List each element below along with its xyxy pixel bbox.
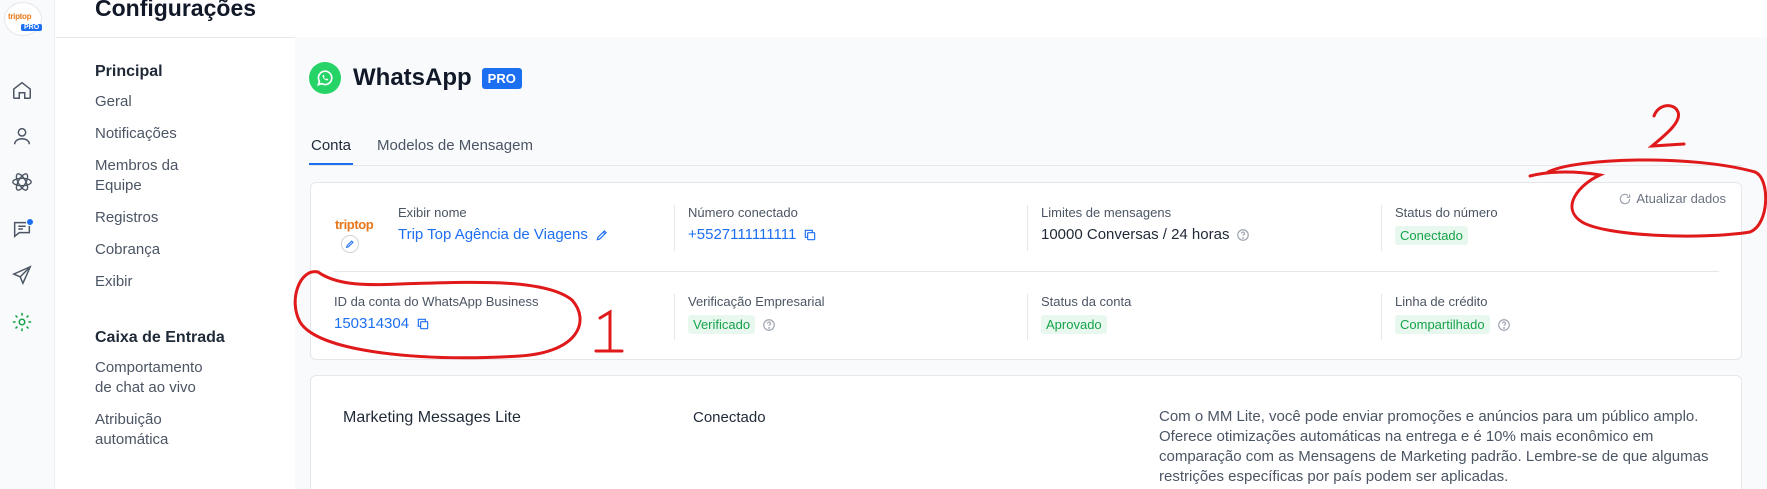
- marketing-title: Marketing Messages Lite: [343, 409, 521, 426]
- column-divider: [674, 294, 675, 340]
- message-limits-cell: Limites de mensagens 10000 Conversas / 2…: [1041, 205, 1250, 243]
- refresh-icon: [1620, 193, 1631, 204]
- column-divider: [1381, 205, 1382, 251]
- nav-item-notificacoes[interactable]: Notificações: [95, 124, 245, 144]
- pro-badge: PRO: [481, 67, 522, 89]
- app-logo[interactable]: triptop PRO: [4, 2, 43, 36]
- page-title: Configurações: [95, 0, 257, 21]
- display-name-cell: Exibir nome Trip Top Agência de Viagens: [398, 205, 609, 243]
- help-icon[interactable]: [1497, 318, 1511, 332]
- edit-logo-button[interactable]: [341, 235, 359, 253]
- account-status-badge: Aprovado: [1041, 315, 1107, 334]
- copy-icon[interactable]: [416, 317, 430, 331]
- business-account-id-label: ID da conta do WhatsApp Business: [334, 294, 539, 309]
- business-account-id-cell: ID da conta do WhatsApp Business 1503143…: [334, 294, 539, 332]
- app-logo-text: triptop: [8, 12, 32, 21]
- tab-conta[interactable]: Conta: [309, 133, 354, 165]
- tab-modelos-de-mensagem[interactable]: Modelos de Mensagem: [375, 133, 535, 165]
- nav-section-caixa: Caixa de Entrada: [95, 329, 225, 346]
- number-status-label: Status do número: [1395, 205, 1498, 220]
- column-divider: [1381, 294, 1382, 340]
- credit-line-cell: Linha de crédito Compartilhado: [1395, 294, 1511, 334]
- column-divider: [1027, 294, 1028, 340]
- business-account-id-value[interactable]: 150314304: [334, 315, 409, 332]
- help-icon[interactable]: [762, 318, 776, 332]
- account-status-label: Status da conta: [1041, 294, 1132, 309]
- credit-line-badge: Compartilhado: [1395, 315, 1490, 334]
- message-limits-value: 10000 Conversas / 24 horas: [1041, 226, 1230, 243]
- column-divider: [1027, 205, 1028, 251]
- atom-icon[interactable]: [10, 170, 34, 194]
- message-limits-label: Limites de mensagens: [1041, 205, 1172, 220]
- refresh-data-button[interactable]: Atualizar dados: [1618, 191, 1726, 206]
- nav-item-geral[interactable]: Geral: [95, 92, 245, 112]
- whatsapp-header: WhatsApp PRO: [309, 62, 522, 94]
- home-icon[interactable]: [10, 78, 34, 102]
- display-name-label: Exibir nome: [398, 205, 467, 220]
- nav-item-membros[interactable]: Membros da Equipe: [95, 156, 195, 196]
- settings-nav: Principal Geral Notificações Membros da …: [95, 62, 245, 462]
- business-verification-badge: Verificado: [688, 315, 756, 334]
- connected-number-cell: Número conectado +5527111111111: [688, 205, 817, 243]
- number-status-cell: Status do número Conectado: [1395, 205, 1498, 245]
- edit-name-icon[interactable]: [595, 228, 609, 242]
- refresh-label: Atualizar dados: [1636, 191, 1726, 206]
- nav-item-exibir[interactable]: Exibir: [95, 272, 245, 292]
- account-details-card: Atualizar dados triptop Exibir nome Trip…: [310, 182, 1742, 360]
- number-status-badge: Conectado: [1395, 226, 1468, 245]
- column-divider: [674, 205, 675, 251]
- nav-item-cobranca[interactable]: Cobrança: [95, 240, 245, 260]
- whatsapp-icon: [309, 62, 341, 94]
- connected-number-label: Número conectado: [688, 205, 798, 220]
- nav-item-atribuicao[interactable]: Atribuição automática: [95, 410, 185, 450]
- marketing-messages-card: Marketing Messages Lite Conectado Com o …: [310, 375, 1742, 489]
- nav-item-registros[interactable]: Registros: [95, 208, 245, 228]
- account-status-cell: Status da conta Aprovado: [1041, 294, 1131, 334]
- nav-section-principal: Principal: [95, 63, 163, 80]
- display-name-value[interactable]: Trip Top Agência de Viagens: [398, 226, 588, 243]
- business-verification-label: Verificação Empresarial: [688, 294, 825, 309]
- marketing-status: Conectado: [693, 409, 766, 426]
- business-verification-cell: Verificação Empresarial Verificado: [688, 294, 825, 334]
- nav-item-chat-ao-vivo[interactable]: Comportamento de chat ao vivo: [95, 358, 215, 398]
- user-icon[interactable]: [10, 124, 34, 148]
- business-logo-text: triptop: [335, 217, 374, 232]
- row-divider: [333, 271, 1719, 272]
- notification-dot: [26, 218, 34, 226]
- chat-icon[interactable]: [10, 217, 34, 241]
- whatsapp-tabs: Conta Modelos de Mensagem: [309, 133, 1742, 166]
- pencil-icon: [345, 240, 354, 249]
- marketing-description: Com o MM Lite, você pode enviar promoçõe…: [1159, 408, 1709, 485]
- connected-number-value[interactable]: +5527111111111: [688, 226, 796, 243]
- send-icon[interactable]: [10, 263, 34, 287]
- copy-icon[interactable]: [803, 228, 817, 242]
- icon-rail: triptop PRO: [0, 0, 55, 489]
- app-logo-badge: PRO: [21, 24, 43, 31]
- whatsapp-title: WhatsApp: [353, 64, 472, 91]
- settings-icon[interactable]: [10, 310, 34, 334]
- help-icon[interactable]: [1236, 228, 1250, 242]
- credit-line-label: Linha de crédito: [1395, 294, 1488, 309]
